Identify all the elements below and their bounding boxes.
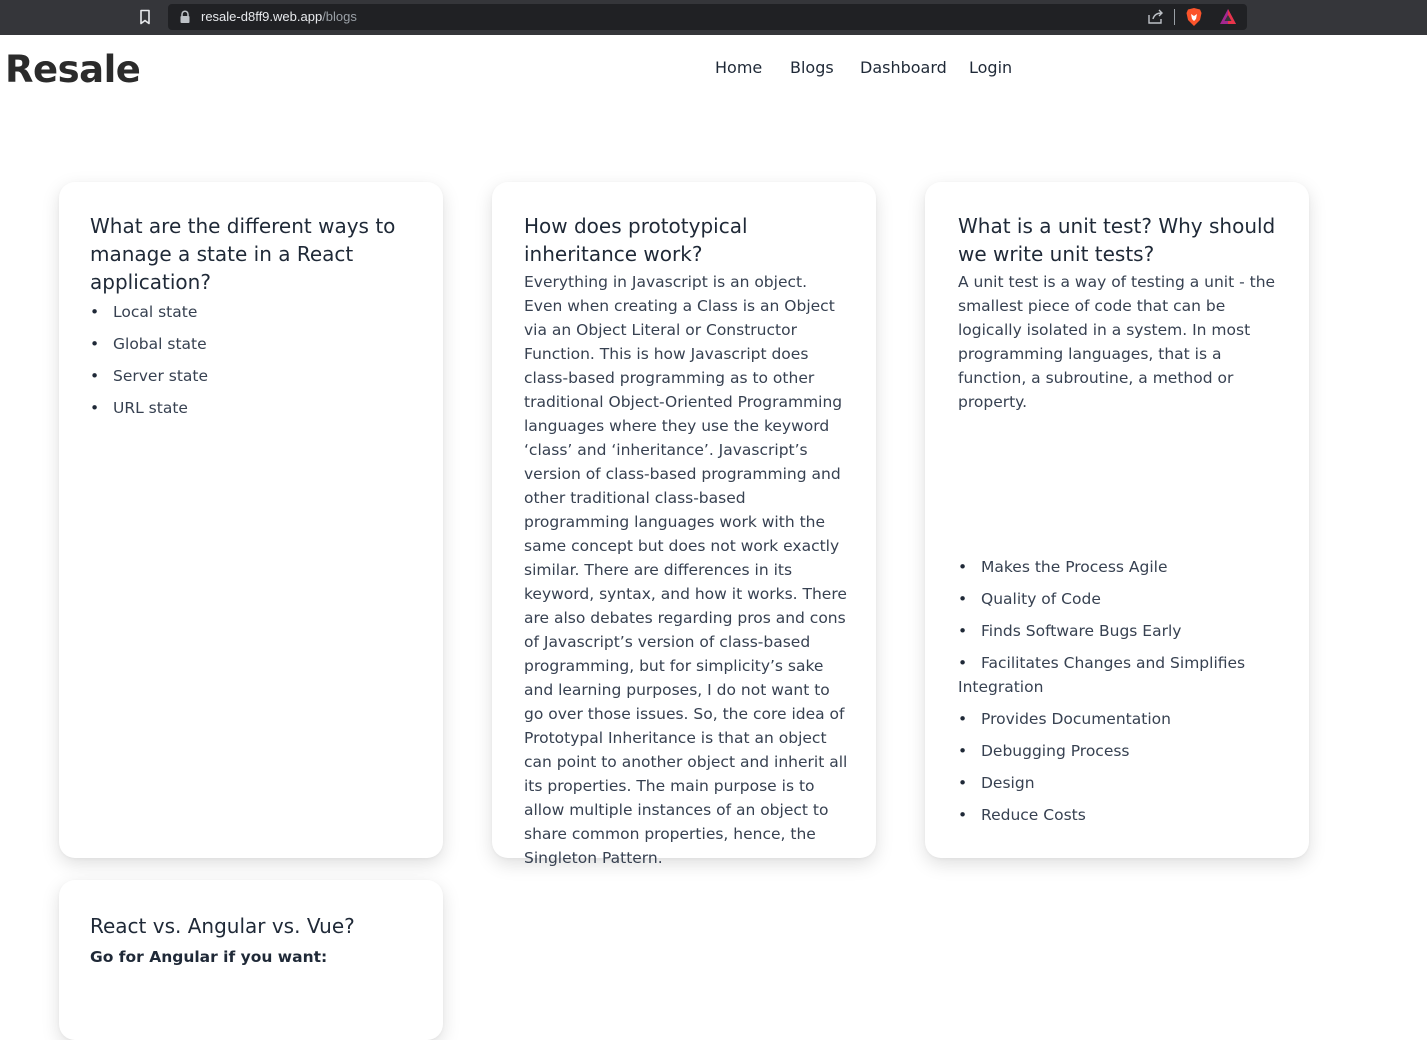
unit-test-benefits-list: Makes the Process Agile Quality of Code …	[958, 555, 1278, 835]
nav-home-link[interactable]: Home	[715, 57, 762, 79]
list-item: Debugging Process	[958, 739, 1278, 763]
list-item: Server state	[90, 364, 413, 388]
brave-shields-icon[interactable]	[1185, 7, 1203, 27]
address-bar[interactable]: resale-d8ff9.web.app/blogs	[168, 4, 1247, 30]
card-subheading: Go for Angular if you want:	[90, 948, 328, 966]
list-item: Local state	[90, 300, 413, 324]
blog-card-prototypical-inheritance: How does prototypical inheritance work? …	[492, 182, 876, 867]
url-host: resale-d8ff9.web.app	[201, 9, 323, 24]
site-logo[interactable]: Resale	[5, 46, 141, 94]
card-body: Everything in Javascript is an object. E…	[524, 273, 848, 867]
lock-icon[interactable]	[179, 10, 191, 24]
nav-dashboard-link[interactable]: Dashboard	[860, 57, 947, 79]
list-item: Design	[958, 771, 1278, 795]
nav-login-link[interactable]: Login	[969, 57, 1012, 79]
card-title: What is a unit test? Why should we write…	[958, 214, 1276, 266]
list-item: Makes the Process Agile	[958, 555, 1278, 579]
url-path: /blogs	[322, 9, 357, 24]
card-title: React vs. Angular vs. Vue?	[90, 914, 355, 938]
list-item: Facilitates Changes and Simplifies Integ…	[958, 651, 1278, 699]
share-icon[interactable]	[1147, 9, 1165, 25]
browser-toolbar: resale-d8ff9.web.app/blogs	[0, 0, 1427, 35]
list-item: Global state	[90, 332, 413, 356]
card-body: A unit test is a way of testing a unit -…	[958, 273, 1276, 411]
blog-card-unit-test: What is a unit test? Why should we write…	[925, 182, 1309, 858]
list-item: URL state	[90, 396, 413, 420]
list-item: Provides Documentation	[958, 707, 1278, 731]
url-text[interactable]: resale-d8ff9.web.app/blogs	[201, 9, 357, 25]
card-title: How does prototypical inheritance work?	[524, 214, 748, 266]
brave-rewards-icon[interactable]	[1219, 8, 1237, 26]
bookmark-icon[interactable]	[136, 8, 154, 26]
blog-card-framework-comparison: React vs. Angular vs. Vue? Go for Angula…	[59, 880, 443, 1040]
card-title: What are the different ways to manage a …	[90, 214, 396, 294]
list-item: Reduce Costs	[958, 803, 1278, 827]
list-item: Quality of Code	[958, 587, 1278, 611]
blog-card-state-management: What are the different ways to manage a …	[59, 182, 443, 858]
list-item: Finds Software Bugs Early	[958, 619, 1278, 643]
nav-blogs-link[interactable]: Blogs	[790, 57, 834, 79]
state-types-list: Local state Global state Server state UR…	[90, 300, 413, 420]
toolbar-divider	[1174, 9, 1175, 25]
